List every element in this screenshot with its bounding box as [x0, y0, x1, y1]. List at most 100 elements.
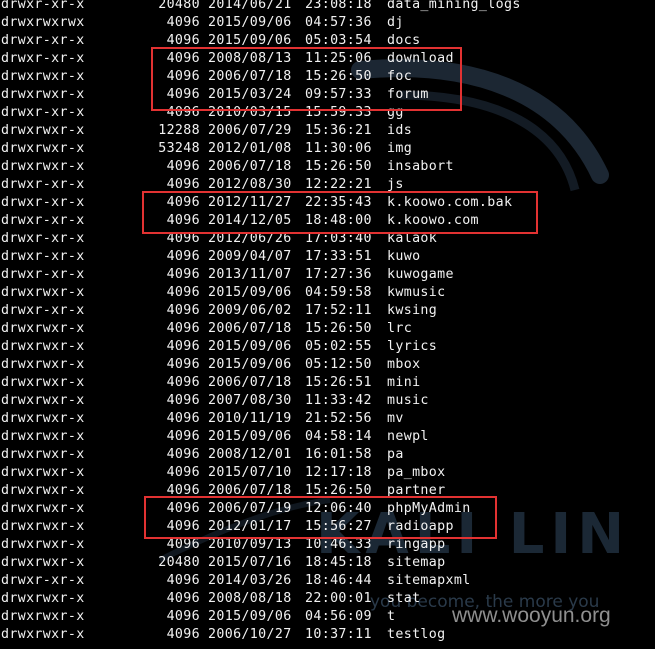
listing-time: 11:30:06 — [305, 141, 372, 156]
listing-size: 4096 — [166, 609, 200, 624]
listing-name: img — [387, 141, 413, 156]
listing-row: drwxrwxr-x 4096 2008/12/01 16:01:58 pa — [0, 446, 655, 464]
listing-size: 4096 — [166, 447, 200, 462]
listing-size: 4096 — [166, 15, 200, 30]
listing-size: 4096 — [166, 393, 200, 408]
listing-date: 2015/09/06 — [208, 15, 292, 30]
listing-perm: drwxrwxr-x — [1, 357, 85, 372]
listing-perm: drwxrwxr-x — [1, 321, 85, 336]
listing-name: sitemap — [387, 555, 446, 570]
listing-name: lyrics — [387, 339, 438, 354]
listing-time: 18:45:18 — [305, 555, 372, 570]
listing-row: drwxr-xr-x 4096 2009/06/02 17:52:11 kwsing — [0, 302, 655, 320]
listing-time: 04:57:36 — [305, 15, 372, 30]
listing-name: pa_mbox — [387, 465, 446, 480]
listing-date: 2015/09/06 — [208, 285, 292, 300]
listing-name: newpl — [387, 429, 429, 444]
listing-row: drwxr-xr-x 4096 2009/04/07 17:33:51 kuwo — [0, 248, 655, 266]
listing-name: ids — [387, 123, 413, 138]
listing-row: drwxrwxr-x 4096 2006/07/18 15:26:50 insabort — [0, 158, 655, 176]
listing-date: 2015/09/06 — [208, 429, 292, 444]
listing-size: 4096 — [166, 267, 200, 282]
listing-date: 2006/07/29 — [208, 123, 292, 138]
listing-time: 05:12:50 — [305, 357, 372, 372]
listing-size: 4096 — [166, 591, 200, 606]
listing-row: drwxrwxr-x 4096 2015/07/10 12:17:18 pa_mbox — [0, 464, 655, 482]
listing-time: 17:52:11 — [305, 303, 372, 318]
listing-date: 2009/04/07 — [208, 249, 292, 264]
listing-perm: drwxr-xr-x — [1, 0, 85, 12]
listing-time: 16:01:58 — [305, 447, 372, 462]
listing-perm: drwxr-xr-x — [1, 213, 85, 228]
listing-name: kwsing — [387, 303, 438, 318]
listing-name: music — [387, 393, 429, 408]
listing-name: mv — [387, 411, 404, 426]
listing-row: drwxrwxr-x 20480 2015/07/16 18:45:18 sitemap — [0, 554, 655, 572]
listing-perm: drwxrwxr-x — [1, 393, 85, 408]
listing-date: 2009/06/02 — [208, 303, 292, 318]
listing-row: drwxrwxr-x 4096 2015/09/06 05:02:55 lyrics — [0, 338, 655, 356]
listing-date: 2015/07/16 — [208, 555, 292, 570]
listing-name: testlog — [387, 627, 446, 642]
listing-name: mini — [387, 375, 421, 390]
listing-row: drwxrwxrwx 4096 2015/09/06 04:57:36 dj — [0, 14, 655, 32]
listing-date: 2006/07/18 — [208, 321, 292, 336]
listing-time: 15:26:50 — [305, 321, 372, 336]
listing-perm: drwxr-xr-x — [1, 51, 85, 66]
listing-time: 11:33:42 — [305, 393, 372, 408]
listing-time: 22:00:01 — [305, 591, 372, 606]
listing-perm: drwxrwxr-x — [1, 429, 85, 444]
listing-row: drwxrwxr-x 4096 2006/07/18 15:26:50 lrc — [0, 320, 655, 338]
listing-perm: drwxr-xr-x — [1, 105, 85, 120]
listing-perm: drwxrwxr-x — [1, 501, 85, 516]
listing-size: 4096 — [166, 573, 200, 588]
listing-perm: drwxr-xr-x — [1, 573, 85, 588]
listing-size: 53248 — [158, 141, 200, 156]
listing-perm: drwxr-xr-x — [1, 303, 85, 318]
listing-perm: drwxrwxr-x — [1, 87, 85, 102]
listing-row: drwxrwxr-x 12288 2006/07/29 15:36:21 ids — [0, 122, 655, 140]
listing-time: 21:52:56 — [305, 411, 372, 426]
listing-date: 2006/07/18 — [208, 375, 292, 390]
listing-perm: drwxrwxr-x — [1, 609, 85, 624]
listing-date: 2015/09/06 — [208, 609, 292, 624]
listing-row: drwxrwxr-x 4096 2007/08/30 11:33:42 music — [0, 392, 655, 410]
highlight-box-koowo — [142, 191, 538, 234]
listing-date: 2007/08/30 — [208, 393, 292, 408]
listing-perm: drwxrwxr-x — [1, 537, 85, 552]
listing-name: lrc — [387, 321, 413, 336]
listing-row: drwxr-xr-x 4096 2013/11/07 17:27:36 kuwogame — [0, 266, 655, 284]
listing-name: data_mining_logs — [387, 0, 521, 12]
listing-perm: drwxrwxr-x — [1, 465, 85, 480]
listing-perm: drwxr-xr-x — [1, 231, 85, 246]
listing-perm: drwxrwxr-x — [1, 285, 85, 300]
highlight-box-phpmyadmin-radioapp — [144, 496, 497, 539]
listing-size: 20480 — [158, 555, 200, 570]
listing-name: kuwo — [387, 249, 421, 264]
listing-row: drwxr-xr-x 4096 2014/03/26 18:46:44 sitemapx… — [0, 572, 655, 590]
listing-name: kwmusic — [387, 285, 446, 300]
listing-name: mbox — [387, 357, 421, 372]
listing-size: 4096 — [166, 321, 200, 336]
listing-size: 4096 — [166, 357, 200, 372]
listing-perm: drwxr-xr-x — [1, 33, 85, 48]
listing-name: t — [387, 609, 396, 624]
listing-name: dj — [387, 15, 404, 30]
listing-perm: drwxrwxr-x — [1, 123, 85, 138]
listing-size: 4096 — [166, 339, 200, 354]
listing-time: 17:33:51 — [305, 249, 372, 264]
listing-perm: drwxrwxr-x — [1, 69, 85, 84]
listing-row: drwxrwxr-x 4096 2008/08/18 22:00:01 stat — [0, 590, 655, 608]
listing-date: 2012/01/08 — [208, 141, 292, 156]
listing-time: 04:59:58 — [305, 285, 372, 300]
listing-perm: drwxrwxr-x — [1, 483, 85, 498]
listing-row: drwxrwxr-x 4096 2015/09/06 05:12:50 mbox — [0, 356, 655, 374]
listing-perm: drwxrwxr-x — [1, 411, 85, 426]
listing-perm: drwxrwxr-x — [1, 555, 85, 570]
listing-date: 2010/11/19 — [208, 411, 292, 426]
listing-perm: drwxrwxr-x — [1, 519, 85, 534]
listing-perm: drwxr-xr-x — [1, 267, 85, 282]
listing-name: insabort — [387, 159, 454, 174]
listing-perm: drwxrwxr-x — [1, 339, 85, 354]
listing-perm: drwxrwxr-x — [1, 447, 85, 462]
